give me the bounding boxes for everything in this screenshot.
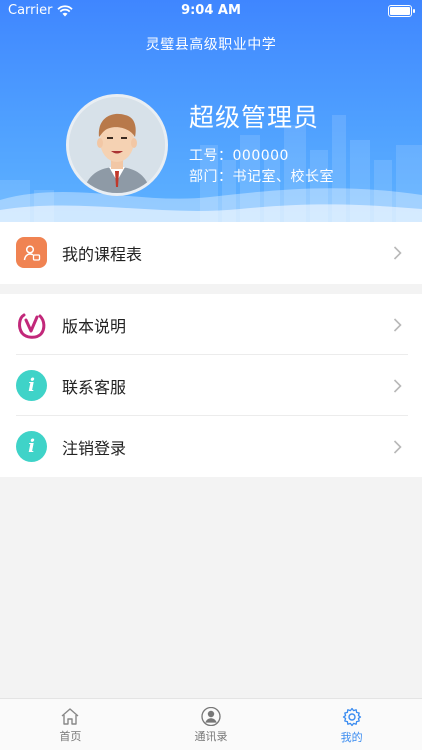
menu-label-version: 版本说明 (62, 316, 127, 336)
gear-icon (342, 707, 361, 727)
menu-label-schedule: 我的课程表 (62, 244, 143, 264)
user-name: 超级管理员 (189, 103, 320, 132)
status-time: 9:04 AM (181, 3, 241, 18)
info-icon: i (16, 431, 47, 462)
schedule-icon (16, 237, 47, 268)
chevron-right-icon (393, 439, 402, 454)
tab-home[interactable]: 首页 (0, 699, 141, 750)
profile-screen: Carrier 9:04 AM 灵璧县高级职业中学 超级管理员 工号：00000… (0, 0, 422, 750)
menu-item-schedule[interactable]: 我的课程表 (0, 222, 422, 283)
contacts-icon (201, 707, 221, 726)
chevron-right-icon (393, 378, 402, 393)
tab-label-mine: 我的 (340, 731, 363, 744)
profile-header: Carrier 9:04 AM 灵璧县高级职业中学 超级管理员 工号：00000… (0, 0, 422, 225)
avatar-illustration (69, 97, 165, 193)
status-bar: Carrier 9:04 AM (0, 0, 422, 22)
info-icon: i (16, 370, 47, 401)
menu-item-contact-support[interactable]: i 联系客服 (0, 355, 422, 416)
home-icon (61, 708, 79, 725)
avatar[interactable] (66, 94, 168, 196)
school-title: 灵璧县高级职业中学 (145, 37, 277, 53)
tab-mine[interactable]: 我的 (281, 699, 422, 750)
menu-item-version[interactable]: 版本说明 (0, 294, 422, 355)
tab-label-contacts: 通讯录 (194, 730, 228, 743)
version-icon (16, 309, 47, 340)
tab-label-home: 首页 (59, 730, 82, 743)
menu-label-logout: 注销登录 (62, 438, 127, 458)
menu-group-settings: 版本说明 i 联系客服 i 注销登录 (0, 294, 422, 477)
chevron-right-icon (393, 317, 402, 332)
battery-icon (388, 5, 415, 17)
chevron-right-icon (393, 245, 402, 260)
menu-label-contact-support: 联系客服 (62, 377, 127, 397)
tab-bar: 首页 通讯录 我的 (0, 698, 422, 750)
employee-id: 工号：000000 (189, 148, 289, 164)
tab-contacts[interactable]: 通讯录 (141, 699, 282, 750)
department: 部门：书记室、校长室 (189, 169, 334, 185)
menu-group-schedule: 我的课程表 (0, 222, 422, 284)
menu-item-logout[interactable]: i 注销登录 (0, 416, 422, 477)
